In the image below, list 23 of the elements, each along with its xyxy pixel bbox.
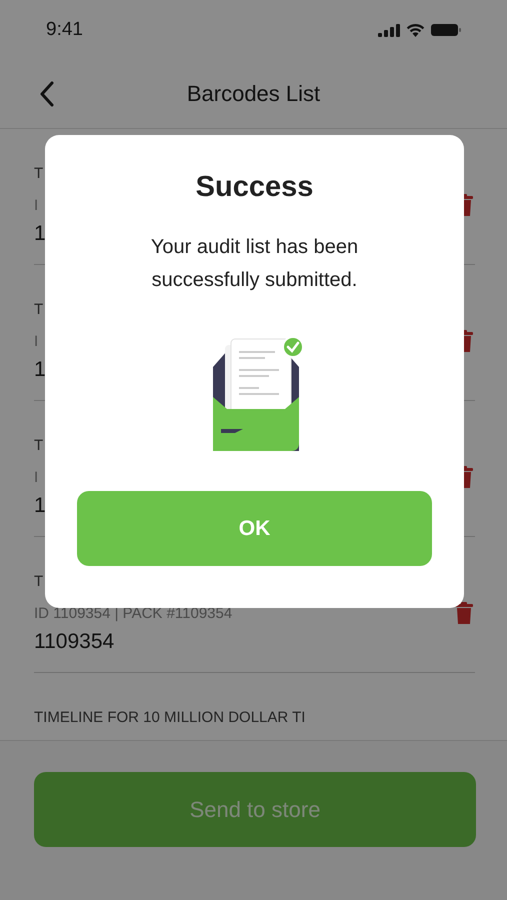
send-button[interactable]: Send to store — [34, 772, 476, 847]
item-title: T — [34, 165, 44, 182]
item-title: TIMELINE FOR 10 MILLION DOLLAR TI — [34, 709, 306, 726]
wifi-icon — [406, 23, 425, 37]
dialog-message: Your audit list has been successfully submitted. — [150, 235, 360, 293]
status-time: 9:41 — [46, 19, 83, 41]
item-number: 1 — [34, 358, 46, 382]
signal-icon — [378, 24, 400, 36]
ok-button[interactable]: OK — [77, 491, 432, 566]
item-id: I — [34, 196, 38, 214]
item-number: 1 — [34, 222, 46, 246]
item-title: T — [34, 573, 44, 590]
dialog-title: Success — [196, 171, 314, 204]
item-number: 1109354 — [34, 630, 114, 654]
battery-icon — [431, 24, 461, 36]
page-title: Barcodes List — [186, 81, 320, 107]
item-id: I — [34, 468, 38, 486]
item-title: T — [34, 437, 44, 454]
back-button[interactable] — [38, 79, 56, 109]
trash-icon[interactable] — [455, 602, 473, 624]
item-id: I — [34, 332, 38, 350]
item-title: T — [34, 301, 44, 318]
item-number: 1 — [34, 494, 46, 518]
